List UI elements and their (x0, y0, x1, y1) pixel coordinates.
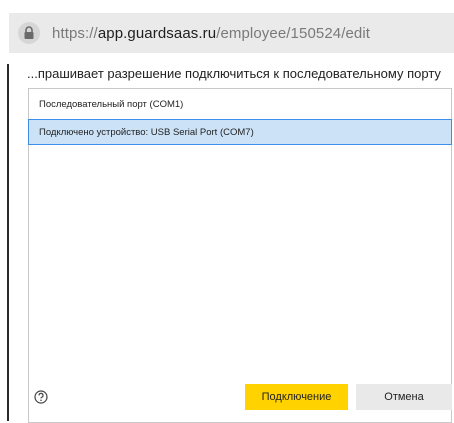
url-host: app.guardsaas.ru (97, 24, 217, 42)
port-option-com7[interactable]: Подключено устройство: USB Serial Port (… (28, 119, 452, 145)
lock-icon[interactable] (18, 22, 40, 44)
url-path: /employee/150524/edit (216, 24, 371, 42)
url-text[interactable]: https://app.guardsaas.ru/employee/150524… (52, 25, 370, 42)
cancel-button[interactable]: Отмена (356, 384, 452, 410)
address-bar[interactable]: https://app.guardsaas.ru/employee/150524… (9, 13, 454, 53)
connect-button[interactable]: Подключение (245, 384, 348, 410)
question-circle-icon[interactable] (34, 390, 48, 404)
port-list[interactable]: Последовательный порт (COM1) Подключено … (28, 88, 452, 423)
background-window-edge (0, 0, 9, 421)
port-option-com1[interactable]: Последовательный порт (COM1) (29, 91, 451, 117)
permission-prompt: ...прашивает разрешение подключиться к п… (27, 66, 441, 81)
serial-port-permission-dialog: ...прашивает разрешение подключиться к п… (9, 53, 454, 423)
url-scheme: https:// (52, 24, 98, 42)
